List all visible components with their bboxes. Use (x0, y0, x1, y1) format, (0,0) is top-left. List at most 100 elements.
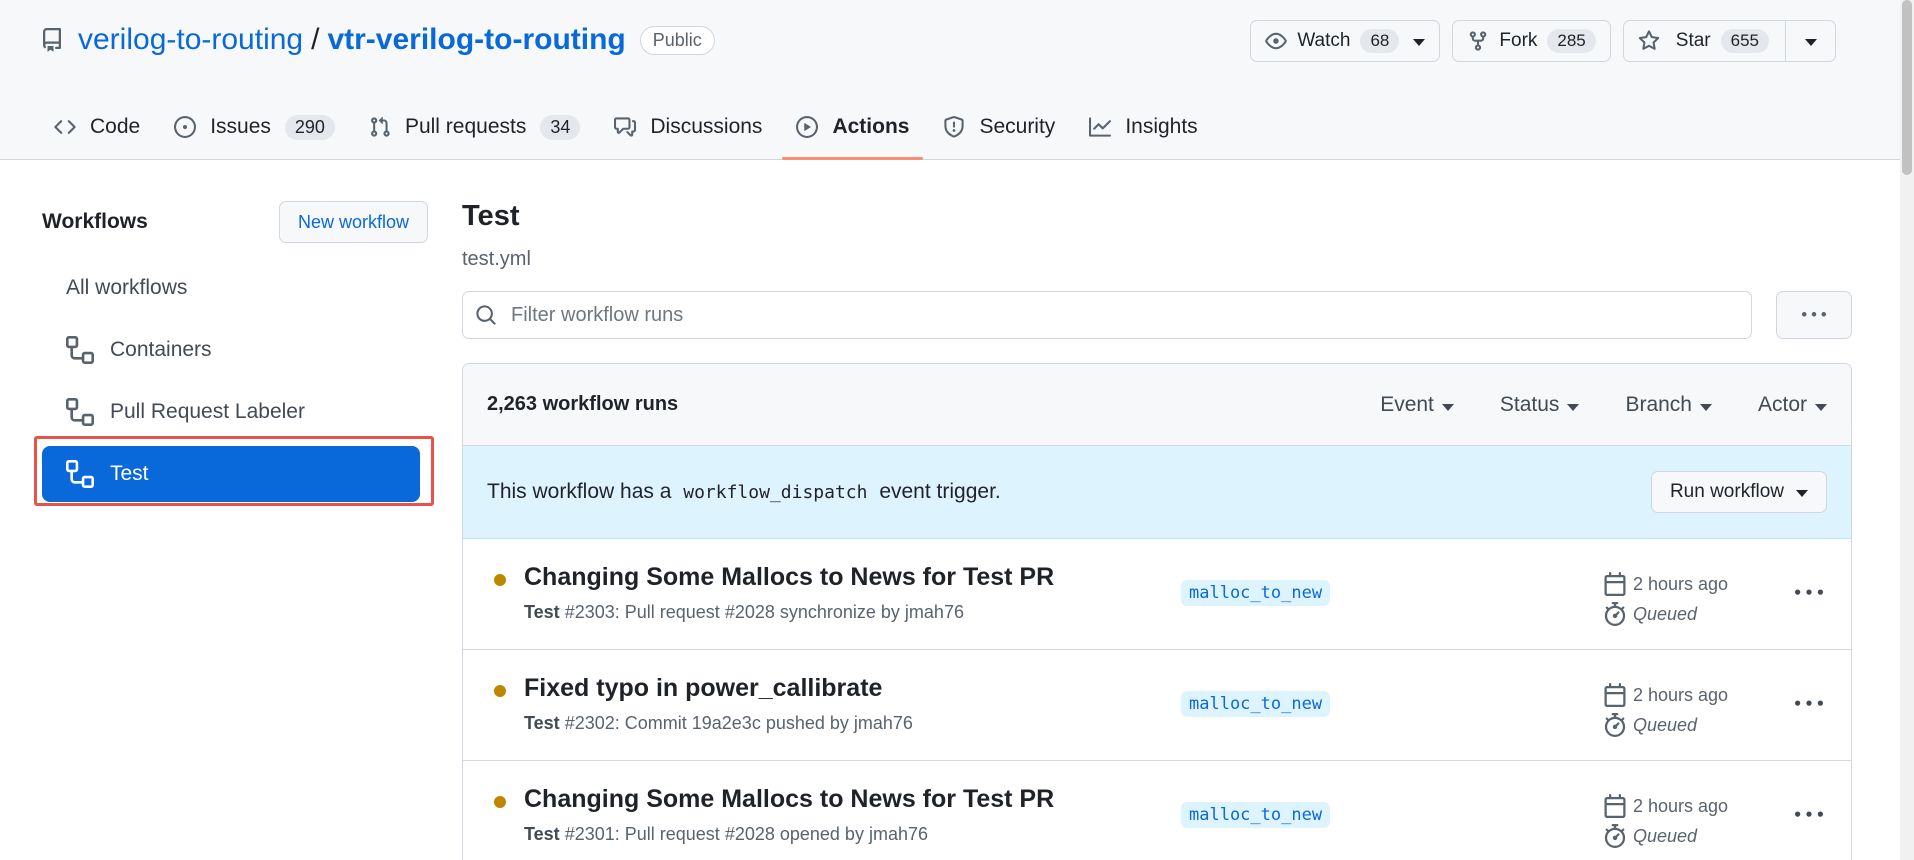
sidebar-title: Workflows (42, 210, 148, 233)
star-count: 655 (1720, 29, 1769, 53)
fork-label: Fork (1499, 30, 1538, 51)
chevron-down-icon (1441, 393, 1454, 417)
chevron-down-icon (1796, 481, 1808, 503)
queued-status-icon (494, 796, 506, 808)
run-timing: 2 hours ago Queued (1603, 680, 1728, 740)
page-scrollbar[interactable] (1900, 0, 1914, 860)
sidebar-item-containers[interactable]: Containers (42, 322, 420, 378)
tab-security-label: Security (979, 115, 1056, 138)
repo-actions: Watch 68 Fork 285 Star 655 (1250, 20, 1836, 62)
page-title: Test (462, 200, 520, 232)
chevron-down-icon (1815, 393, 1827, 417)
fork-count: 285 (1547, 29, 1596, 53)
calendar-icon (1603, 572, 1627, 596)
repo-icon (40, 28, 64, 52)
branch-label[interactable]: malloc_to_new (1181, 802, 1331, 828)
tab-insights[interactable]: Insights (1075, 100, 1211, 154)
scrollbar-thumb[interactable] (1902, 0, 1912, 175)
repo-tabs: Code Issues 290 Pull requests 34 Discuss… (40, 100, 1218, 160)
filter-label: Event (1380, 392, 1434, 416)
chevron-down-icon (1567, 393, 1580, 417)
run-detail: #2302: Commit 19a2e3c pushed by jmah76 (564, 713, 913, 733)
workflow-list: All workflows Containers Pull Request La… (34, 260, 428, 502)
workflow-run-row[interactable]: Fixed typo in power_callibrate Test #230… (463, 650, 1851, 761)
sidebar-item-all-workflows[interactable]: All workflows (42, 260, 420, 316)
tab-discussions-label: Discussions (650, 115, 763, 138)
tab-pull-requests[interactable]: Pull requests 34 (355, 100, 594, 154)
shield-icon (943, 116, 965, 138)
issues-count: 290 (284, 114, 335, 140)
tab-code[interactable]: Code (40, 100, 154, 154)
tab-discussions[interactable]: Discussions (600, 100, 776, 154)
run-time-ago: 2 hours ago (1633, 684, 1729, 705)
code-icon (54, 116, 76, 138)
run-workflow-button[interactable]: Run workflow (1650, 471, 1827, 513)
workflow-icon (66, 460, 94, 488)
tab-code-label: Code (90, 115, 141, 138)
watch-label: Watch (1297, 30, 1351, 51)
filter-label: Actor (1757, 392, 1807, 416)
workflow-run-row[interactable]: Changing Some Mallocs to News for Test P… (463, 761, 1851, 860)
run-meta: Test #2301: Pull request #2028 opened by… (524, 824, 928, 845)
repo-name-link[interactable]: vtr-verilog-to-routing (327, 23, 625, 57)
status-filter-dropdown[interactable]: Status (1500, 393, 1580, 417)
queued-status-icon (494, 574, 506, 586)
kebab-horizontal-icon (1795, 690, 1823, 718)
stopwatch-icon (1603, 713, 1627, 737)
workflow-icon (66, 336, 94, 364)
run-detail: #2303: Pull request #2028 synchronize by… (564, 602, 964, 622)
run-workflow-label: Run workflow (1669, 481, 1784, 502)
run-more-button[interactable] (1793, 801, 1825, 829)
tab-security[interactable]: Security (929, 100, 1069, 154)
workflow-run-row[interactable]: Changing Some Mallocs to News for Test P… (463, 539, 1851, 650)
sidebar-item-pull-request-labeler[interactable]: Pull Request Labeler (42, 384, 420, 440)
branch-label[interactable]: malloc_to_new (1181, 691, 1331, 717)
more-options-button[interactable] (1776, 291, 1852, 339)
run-meta: Test #2302: Commit 19a2e3c pushed by jma… (524, 713, 913, 734)
tab-actions[interactable]: Actions (782, 100, 924, 160)
eye-icon (1265, 30, 1288, 52)
sidebar-item-label: Pull Request Labeler (110, 400, 305, 423)
new-workflow-button[interactable]: New workflow (278, 201, 428, 243)
watch-button[interactable]: Watch 68 (1250, 20, 1441, 62)
run-status: Queued (1633, 714, 1698, 735)
tab-issues[interactable]: Issues 290 (160, 100, 349, 154)
run-title[interactable]: Fixed typo in power_callibrate (524, 674, 882, 703)
discussion-icon (614, 116, 637, 138)
pull-request-icon (369, 116, 391, 138)
dispatch-banner: This workflow has a workflow_dispatch ev… (463, 446, 1851, 539)
repo-owner-link[interactable]: verilog-to-routing (78, 23, 303, 57)
branch-label[interactable]: malloc_to_new (1181, 580, 1331, 606)
run-status: Queued (1633, 603, 1698, 624)
star-button[interactable]: Star 655 (1622, 20, 1836, 62)
filter-runs-input[interactable] (511, 303, 1751, 327)
branch-filter-dropdown[interactable]: Branch (1625, 393, 1712, 417)
filter-label: Branch (1625, 392, 1692, 416)
calendar-icon (1603, 794, 1627, 818)
actor-filter-dropdown[interactable]: Actor (1758, 393, 1827, 417)
kebab-horizontal-icon (1795, 579, 1823, 607)
run-more-button[interactable] (1793, 690, 1825, 718)
visibility-badge: Public (639, 25, 715, 55)
dispatch-text: This workflow has a (487, 480, 672, 503)
filter-box (462, 291, 1752, 339)
kebab-horizontal-icon (1795, 801, 1823, 829)
run-title[interactable]: Changing Some Mallocs to News for Test P… (524, 785, 1054, 814)
sidebar-item-test[interactable]: Test (42, 446, 420, 502)
event-filter-dropdown[interactable]: Event (1380, 393, 1454, 417)
workflow-file-link[interactable]: test.yml (462, 248, 1852, 271)
workflow-runs-box: 2,263 workflow runs Event Status Branch … (462, 363, 1852, 860)
workflow-icon (66, 398, 94, 426)
run-more-button[interactable] (1793, 579, 1825, 607)
repo-title: verilog-to-routing / vtr-verilog-to-rout… (40, 20, 715, 60)
queued-status-icon (494, 685, 506, 697)
run-title[interactable]: Changing Some Mallocs to News for Test P… (524, 563, 1054, 592)
run-workflow-name: Test (524, 602, 560, 622)
run-timing: 2 hours ago Queued (1603, 791, 1728, 851)
sidebar-item-label: All workflows (66, 276, 188, 299)
chevron-down-icon (1699, 393, 1712, 417)
fork-button[interactable]: Fork 285 (1452, 20, 1611, 62)
fork-icon (1467, 30, 1489, 52)
tab-insights-label: Insights (1125, 115, 1198, 138)
star-dropdown[interactable] (1785, 21, 1835, 61)
